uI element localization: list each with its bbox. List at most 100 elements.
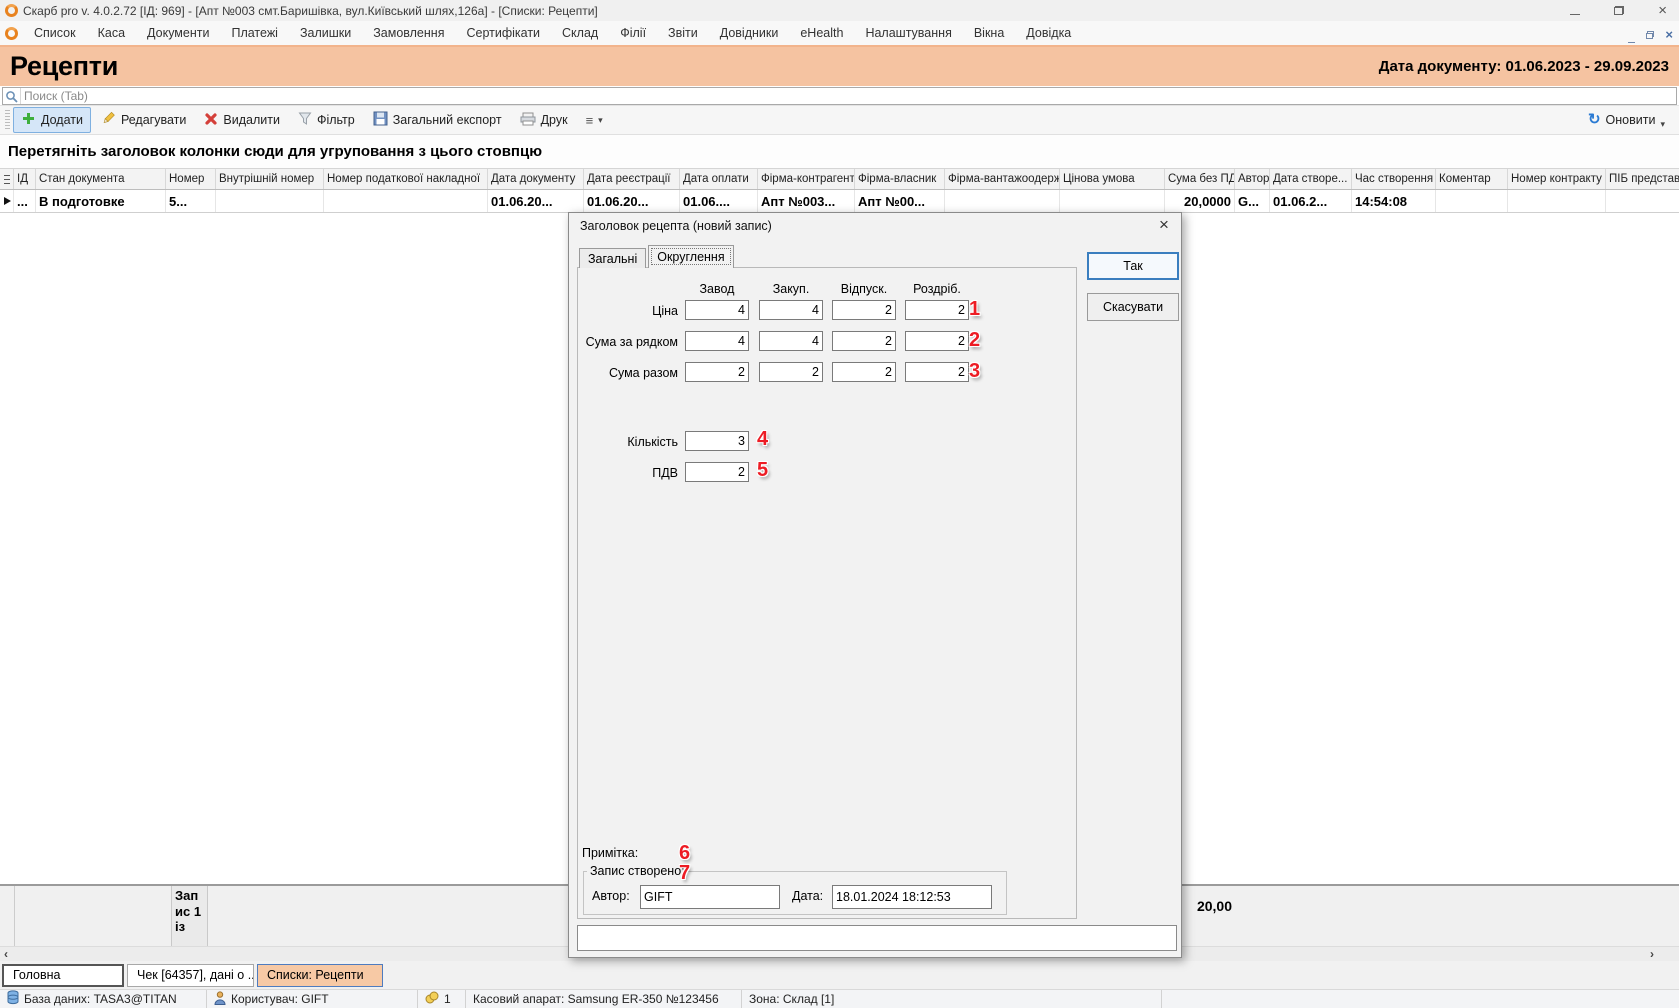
quantity-input[interactable] (685, 431, 749, 451)
column-created-time[interactable]: Час створення (1352, 169, 1436, 189)
cell-consignee-firm[interactable] (945, 190, 1060, 212)
column-internal-number[interactable]: Внутрішній номер (216, 169, 324, 189)
mdi-restore-icon[interactable] (1646, 31, 1654, 39)
column-reg-date[interactable]: Дата реєстрації (584, 169, 680, 189)
group-by-panel[interactable]: Перетягніть заголовок колонки сюди для у… (0, 135, 1679, 168)
search-input[interactable] (21, 89, 1676, 103)
column-chooser-cell[interactable] (0, 169, 14, 189)
column-created-date[interactable]: Дата створе... (1270, 169, 1352, 189)
column-id[interactable]: ІД (14, 169, 36, 189)
menu-spysok[interactable]: Список (23, 26, 87, 40)
cell-number[interactable]: 5... (166, 190, 216, 212)
menu-dokumenty[interactable]: Документи (136, 26, 220, 40)
menu-filii[interactable]: Філії (609, 26, 657, 40)
column-price-condition[interactable]: Цінова умова (1060, 169, 1165, 189)
column-contract-number[interactable]: Номер контракту (1508, 169, 1606, 189)
price-vidpusk-input[interactable] (832, 300, 896, 320)
price-zavod-input[interactable] (685, 300, 749, 320)
column-owner-firm[interactable]: Фірма-власник (855, 169, 945, 189)
menu-nalashtuvannia[interactable]: Налаштування (854, 26, 962, 40)
cell-id[interactable]: ... (14, 190, 36, 212)
add-button[interactable]: Додати (13, 107, 91, 133)
scroll-left-icon[interactable]: ‹ (4, 947, 8, 961)
mdi-minimize-icon[interactable] (1628, 26, 1635, 44)
totalsum-zavod-input[interactable] (685, 362, 749, 382)
totalsum-zakup-input[interactable] (759, 362, 823, 382)
tab-holovna[interactable]: Головна (2, 964, 124, 987)
menu-ehealth[interactable]: eHealth (789, 26, 854, 40)
scroll-right-icon[interactable]: › (1650, 947, 1654, 961)
cell-doc-date[interactable]: 01.06.20... (488, 190, 584, 212)
cell-representative[interactable] (1606, 190, 1679, 212)
minimize-icon[interactable] (1570, 4, 1580, 18)
cell-author[interactable]: G... (1235, 190, 1270, 212)
column-consignee-firm[interactable]: Фірма-вантажоодерж... (945, 169, 1060, 189)
cell-contractor-firm[interactable]: Апт №003... (758, 190, 855, 212)
cell-contract-number[interactable] (1508, 190, 1606, 212)
export-button[interactable]: Загальний експорт (365, 107, 510, 133)
dialog-close-icon[interactable]: × (1155, 216, 1173, 234)
print-button[interactable]: Друк (512, 108, 576, 133)
tab-spysky-retsepty[interactable]: Списки: Рецепти (257, 964, 383, 987)
table-row[interactable]: ... В подготовке 5... 01.06.20... 01.06.… (0, 190, 1679, 213)
column-contractor-firm[interactable]: Фірма-контрагент (758, 169, 855, 189)
totalsum-vidpusk-input[interactable] (832, 362, 896, 382)
cell-pay-date[interactable]: 01.06.... (680, 190, 758, 212)
column-tax-invoice-number[interactable]: Номер податкової накладної (324, 169, 488, 189)
menu-vikna[interactable]: Вікна (963, 26, 1015, 40)
created-date-input[interactable] (832, 885, 992, 909)
author-input[interactable] (640, 885, 780, 909)
column-number[interactable]: Номер (166, 169, 216, 189)
filter-button[interactable]: Фільтр (290, 108, 363, 132)
linesum-zavod-input[interactable] (685, 331, 749, 351)
toolbar-grip-icon[interactable] (5, 110, 10, 130)
menu-sertyfikaty[interactable]: Сертифікати (455, 26, 551, 40)
refresh-button[interactable]: ↻ Оновити ▾ (1580, 107, 1673, 134)
linesum-rozdrib-input[interactable] (905, 331, 969, 351)
column-sum-no-vat[interactable]: Сума без ПДВ): (1165, 169, 1235, 189)
cell-created-date[interactable]: 01.06.2... (1270, 190, 1352, 212)
cell-doc-state[interactable]: В подготовке (36, 190, 166, 212)
menu-dovidnyky[interactable]: Довідники (709, 26, 790, 40)
menu-kasa[interactable]: Каса (87, 26, 136, 40)
column-representative[interactable]: ПІБ представ... (1606, 169, 1679, 189)
cell-reg-date[interactable]: 01.06.20... (584, 190, 680, 212)
note-input[interactable] (577, 925, 1177, 951)
linesum-vidpusk-input[interactable] (832, 331, 896, 351)
price-zakup-input[interactable] (759, 300, 823, 320)
delete-button[interactable]: Видалити (196, 108, 288, 133)
menu-zvity[interactable]: Звіти (657, 26, 709, 40)
cell-tax-invoice-number[interactable] (324, 190, 488, 212)
menu-platezhi[interactable]: Платежі (220, 26, 289, 40)
menu-sklad[interactable]: Склад (551, 26, 609, 40)
cell-price-condition[interactable] (1060, 190, 1165, 212)
menu-dovidka[interactable]: Довідка (1015, 26, 1082, 40)
tab-okruhlennia[interactable]: Округлення (648, 245, 733, 268)
menu-zalyshky[interactable]: Залишки (289, 26, 362, 40)
tab-chek[interactable]: Чек [64357], дані о ... (127, 964, 254, 987)
column-doc-state[interactable]: Стан документа (36, 169, 166, 189)
column-comment[interactable]: Коментар (1436, 169, 1508, 189)
cancel-button[interactable]: Скасувати (1087, 293, 1179, 321)
close-icon[interactable]: × (1658, 3, 1667, 18)
column-doc-date[interactable]: Дата документу (488, 169, 584, 189)
cell-sum-no-vat[interactable]: 20,0000 (1165, 190, 1235, 212)
tab-zahalni[interactable]: Загальні (579, 248, 646, 268)
cell-internal-number[interactable] (216, 190, 324, 212)
edit-button[interactable]: Редагувати (93, 107, 194, 133)
cell-comment[interactable] (1436, 190, 1508, 212)
cell-owner-firm[interactable]: Апт №00... (855, 190, 945, 212)
totalsum-rozdrib-input[interactable] (905, 362, 969, 382)
restore-icon[interactable] (1614, 6, 1624, 15)
price-rozdrib-input[interactable] (905, 300, 969, 320)
vat-input[interactable] (685, 462, 749, 482)
menu-zamovlennia[interactable]: Замовлення (362, 26, 455, 40)
mdi-close-icon[interactable]: × (1665, 29, 1673, 41)
ok-button[interactable]: Так (1087, 252, 1179, 280)
column-pay-date[interactable]: Дата оплати (680, 169, 758, 189)
column-author[interactable]: Автор (1235, 169, 1270, 189)
column-chooser-button[interactable]: ≡ ▾ (578, 109, 611, 132)
linesum-zakup-input[interactable] (759, 331, 823, 351)
cell-created-time[interactable]: 14:54:08 (1352, 190, 1436, 212)
row-indicator-icon (4, 197, 11, 205)
